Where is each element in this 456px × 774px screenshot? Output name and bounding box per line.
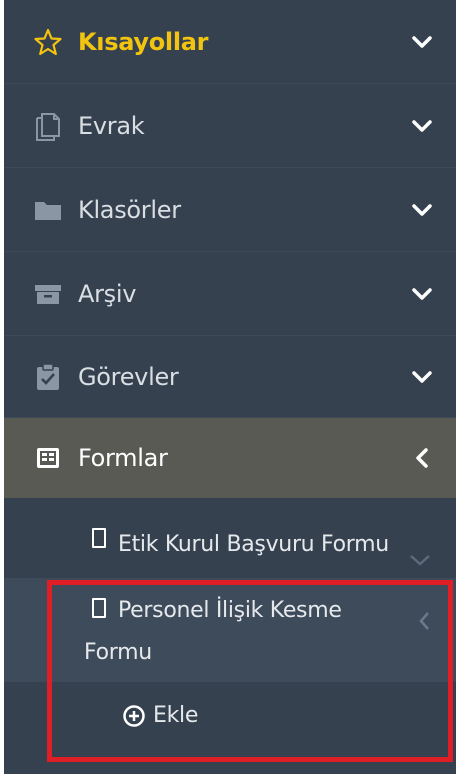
submenu-item-personel-ilisik[interactable]: Personel İlişik Kesme Formu [4, 578, 456, 682]
chevron-down-icon[interactable] [408, 548, 432, 573]
plus-circle-icon [122, 704, 146, 734]
menu-item-label: Kısayollar [78, 27, 209, 56]
menu-item-label: Klasörler [78, 195, 181, 224]
menu-item-label: Evrak [78, 111, 145, 140]
menu-item-evrak[interactable]: Evrak [4, 84, 456, 168]
add-label: Ekle [153, 703, 199, 728]
menu-item-formlar[interactable]: Formlar [4, 418, 456, 498]
chevron-down-icon[interactable] [410, 30, 434, 54]
file-icon [92, 528, 106, 548]
menu-item-gorevler[interactable]: Görevler [4, 336, 456, 418]
submenu-item-label-line2: Formu [84, 640, 152, 665]
form-icon [34, 444, 62, 472]
chevron-down-icon[interactable] [410, 365, 434, 389]
menu-item-label: Görevler [78, 362, 179, 391]
chevron-left-icon[interactable] [410, 446, 434, 470]
menu-item-label: Arşiv [78, 279, 137, 308]
task-icon [34, 362, 62, 391]
menu-item-label: Formlar [78, 444, 168, 472]
submenu-item-label-line1: Personel İlişik Kesme [118, 598, 342, 623]
file-icon [92, 598, 106, 618]
menu-item-kisayollar[interactable]: Kısayollar [4, 0, 456, 84]
add-form-button[interactable]: Ekle [4, 682, 456, 764]
menu-item-klasorler[interactable]: Klasörler [4, 168, 456, 252]
chevron-down-icon[interactable] [410, 114, 434, 138]
submenu-item-etik-kurul[interactable]: Etik Kurul Başvuru Formu [4, 498, 456, 578]
folder-icon [34, 196, 62, 224]
archive-icon [34, 280, 62, 308]
chevron-down-icon[interactable] [410, 198, 434, 222]
menu-item-arsiv[interactable]: Arşiv [4, 252, 456, 336]
document-icon [34, 112, 62, 141]
star-icon [34, 28, 62, 56]
chevron-down-icon[interactable] [410, 282, 434, 306]
chevron-left-icon[interactable] [418, 610, 430, 638]
submenu-item-label: Etik Kurul Başvuru Formu [118, 532, 389, 557]
sidebar-menu: Kısayollar Evrak Klasörler Arşiv Görevle… [4, 0, 456, 774]
